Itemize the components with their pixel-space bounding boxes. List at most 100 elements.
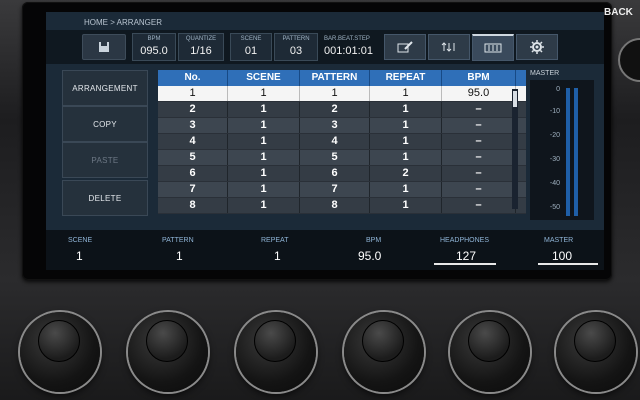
knob-1[interactable] xyxy=(20,312,100,392)
cell-scene: 1 xyxy=(228,118,300,133)
cell-scene: 1 xyxy=(228,86,300,101)
knob-5[interactable] xyxy=(450,312,530,392)
cell-bpm: – xyxy=(442,102,516,117)
col-header-bpm: BPM xyxy=(442,70,516,86)
knob-cap xyxy=(38,320,80,362)
knob-2[interactable] xyxy=(128,312,208,392)
cell-repeat: 1 xyxy=(370,182,442,197)
back-button-label[interactable]: BACK xyxy=(604,7,633,18)
bottom-repeat-value[interactable]: 1 xyxy=(274,249,281,263)
col-header-scene: SCENE xyxy=(228,70,300,86)
pattern-box[interactable]: PATTERN 03 xyxy=(274,33,318,61)
bottom-scene-value[interactable]: 1 xyxy=(76,249,83,263)
knob-3[interactable] xyxy=(236,312,316,392)
knob-cap xyxy=(254,320,296,362)
cell-scene: 1 xyxy=(228,166,300,181)
scene-value: 01 xyxy=(244,45,258,57)
bpm-box[interactable]: BPM 095.0 xyxy=(132,33,176,61)
table-scrollbar[interactable] xyxy=(512,89,518,209)
bar-beat-step-value: 001:01:01 xyxy=(324,45,373,57)
knob-4[interactable] xyxy=(344,312,424,392)
cell-pattern: 4 xyxy=(300,134,370,149)
settings-button[interactable] xyxy=(516,34,558,60)
bar-beat-step-label: BAR.BEAT.STEP xyxy=(324,36,370,42)
delete-button[interactable]: DELETE xyxy=(62,180,148,216)
bottom-headphones-label: HEADPHONES xyxy=(440,237,490,244)
cell-no: 4 xyxy=(158,134,228,149)
bottom-parameter-bar: SCENE 1 PATTERN 1 REPEAT 1 BPM 95.0 HEAD… xyxy=(46,230,604,270)
touch-screen: HOME > ARRANGER BPM 095.0 QUANTIZE 1/16 … xyxy=(46,12,604,270)
pencil-grid-icon xyxy=(397,41,413,53)
bottom-master-value[interactable]: 100 xyxy=(552,249,572,263)
table-row[interactable]: 8 1 8 1 – xyxy=(158,198,526,214)
master-meter-title: MASTER xyxy=(530,70,560,77)
edit-button[interactable] xyxy=(384,34,426,60)
quantize-value: 1/16 xyxy=(190,45,212,57)
cell-no: 1 xyxy=(158,86,228,101)
knob-6[interactable] xyxy=(556,312,636,392)
meter-scale-label: -50 xyxy=(549,204,560,211)
bottom-bpm-value[interactable]: 95.0 xyxy=(358,249,381,263)
quantize-box[interactable]: QUANTIZE 1/16 xyxy=(178,33,224,61)
cell-pattern: 8 xyxy=(300,198,370,213)
meter-scale-label: -10 xyxy=(549,108,560,115)
table-row[interactable]: 7 1 7 1 – xyxy=(158,182,526,198)
save-button[interactable] xyxy=(82,34,126,60)
bottom-bpm-label: BPM xyxy=(366,237,382,244)
arrangement-table: No. SCENE PATTERN REPEAT BPM 1 1 1 1 95.… xyxy=(158,70,526,214)
paste-button[interactable]: PASTE xyxy=(62,142,148,178)
bottom-pattern-label: PATTERN xyxy=(162,237,194,244)
cell-bpm: – xyxy=(442,198,516,213)
cell-repeat: 1 xyxy=(370,150,442,165)
scene-box[interactable]: SCENE 01 xyxy=(230,33,272,61)
cell-no: 7 xyxy=(158,182,228,197)
table-row[interactable]: 4 1 4 1 – xyxy=(158,134,526,150)
cell-bpm: – xyxy=(442,150,516,165)
floppy-icon xyxy=(99,42,109,52)
table-row[interactable]: 1 1 1 1 95.0 xyxy=(158,86,526,102)
mixer-button[interactable] xyxy=(472,34,514,61)
copy-button[interactable]: COPY xyxy=(62,106,148,142)
table-row[interactable]: 2 1 2 1 – xyxy=(158,102,526,118)
table-row[interactable]: 6 1 6 2 – xyxy=(158,166,526,182)
mixer-icon xyxy=(484,43,502,53)
table-row[interactable]: 5 1 5 1 – xyxy=(158,150,526,166)
cell-repeat: 1 xyxy=(370,198,442,213)
cell-scene: 1 xyxy=(228,102,300,117)
arrangement-button[interactable]: ARRANGEMENT xyxy=(62,70,148,106)
master-level-underline xyxy=(538,263,598,265)
col-header-repeat: REPEAT xyxy=(370,70,442,86)
meter-scale-label: -40 xyxy=(549,180,560,187)
cell-bpm: – xyxy=(442,134,516,149)
pattern-label: PATTERN xyxy=(282,36,310,42)
col-header-no: No. xyxy=(158,70,228,86)
cell-pattern: 1 xyxy=(300,86,370,101)
cell-bpm: 95.0 xyxy=(442,86,516,101)
scrollbar-thumb[interactable] xyxy=(513,91,517,107)
bottom-pattern-value[interactable]: 1 xyxy=(176,249,183,263)
bottom-headphones-value[interactable]: 127 xyxy=(456,249,476,263)
bottom-repeat-label: REPEAT xyxy=(261,237,289,244)
cell-pattern: 7 xyxy=(300,182,370,197)
knob-cap xyxy=(574,320,616,362)
quantize-label: QUANTIZE xyxy=(185,36,217,42)
cell-repeat: 1 xyxy=(370,134,442,149)
table-row[interactable]: 3 1 3 1 – xyxy=(158,118,526,134)
cell-no: 2 xyxy=(158,102,228,117)
cell-repeat: 1 xyxy=(370,102,442,117)
sort-button[interactable] xyxy=(428,34,470,60)
cell-scene: 1 xyxy=(228,198,300,213)
headphones-level-underline xyxy=(434,263,496,265)
knob-cap xyxy=(146,320,188,362)
table-body: 1 1 1 1 95.0 2 1 2 1 – 3 1 3 1 – 4 1 4 1… xyxy=(158,86,526,214)
cell-repeat: 1 xyxy=(370,86,442,101)
cell-repeat: 2 xyxy=(370,166,442,181)
cell-no: 5 xyxy=(158,150,228,165)
scene-label: SCENE xyxy=(240,36,262,42)
cell-repeat: 1 xyxy=(370,118,442,133)
cell-bpm: – xyxy=(442,118,516,133)
meter-scale-label: -30 xyxy=(549,156,560,163)
bpm-label: BPM xyxy=(147,36,161,42)
meter-scale-label: -20 xyxy=(549,132,560,139)
col-header-pattern: PATTERN xyxy=(300,70,370,86)
